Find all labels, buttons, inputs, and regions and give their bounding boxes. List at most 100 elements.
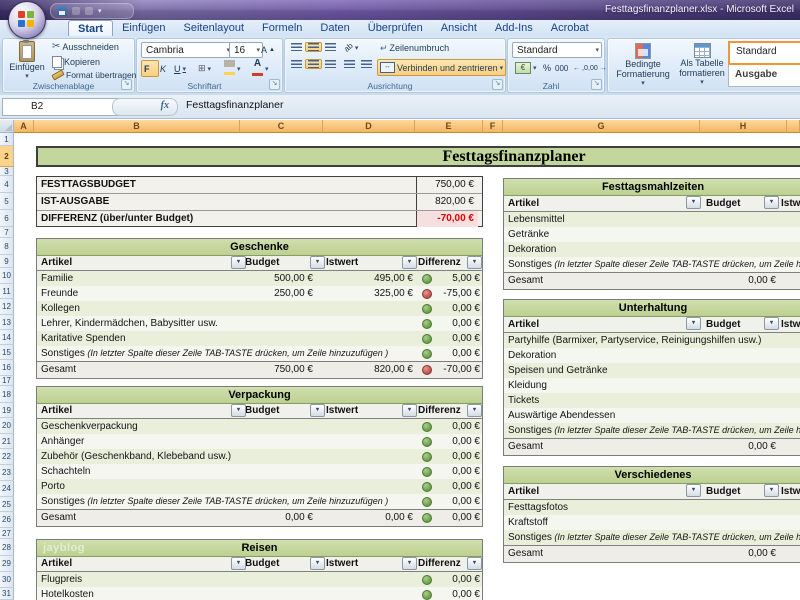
artikel-cell[interactable]: Geschenkverpackung — [41, 419, 138, 434]
artikel-cell[interactable]: Kollegen — [41, 301, 80, 316]
filter-dropdown-button[interactable]: ▾ — [764, 484, 779, 497]
column-header-d[interactable]: D — [323, 120, 415, 133]
filter-dropdown-button[interactable]: ▾ — [467, 557, 482, 570]
differenz-column-header[interactable]: Differenz — [418, 557, 461, 571]
tab-ansicht[interactable]: Ansicht — [432, 20, 486, 36]
table-row[interactable]: Auswärtige Abendessen — [504, 408, 800, 423]
differenz-cell[interactable]: 0,00 € — [434, 494, 480, 509]
table-row[interactable]: Zubehör (Geschenkband, Klebeband usw.)0,… — [37, 449, 482, 464]
table-title-banner[interactable]: Unterhaltung — [504, 299, 800, 317]
artikel-cell[interactable]: Schachteln — [41, 464, 90, 479]
table-row[interactable]: Kollegen0,00 € — [37, 301, 482, 316]
redo-icon[interactable] — [85, 7, 93, 15]
artikel-cell[interactable]: Karitative Spenden — [41, 331, 126, 346]
row-header-27[interactable]: 27 — [0, 528, 14, 539]
office-button[interactable] — [8, 1, 46, 39]
budget-column-header[interactable]: Budget — [245, 256, 279, 270]
row-header-2[interactable]: 2 — [0, 146, 14, 167]
table-row[interactable]: FESTTAGSBUDGET 750,00 € — [37, 177, 482, 194]
cell-style-ausgabe[interactable]: Ausgabe — [728, 65, 800, 87]
row-header-23[interactable]: 23 — [0, 465, 14, 481]
comma-style-button[interactable]: 000 — [552, 60, 571, 76]
tab-add-ins[interactable]: Add-Ins — [486, 20, 542, 36]
table-row[interactable]: Schachteln0,00 € — [37, 464, 482, 479]
table-row[interactable]: Lehrer, Kindermädchen, Babysitter usw.0,… — [37, 316, 482, 331]
column-header-a[interactable]: A — [14, 120, 34, 133]
artikel-cell[interactable]: Anhänger — [41, 434, 84, 449]
table-row[interactable]: Tickets — [504, 393, 800, 408]
artikel-cell[interactable]: Gesamt — [41, 510, 76, 526]
row-header-24[interactable]: 24 — [0, 481, 14, 497]
row-header-25[interactable]: 25 — [0, 497, 14, 512]
row-header-28[interactable]: 28 — [0, 539, 14, 556]
differenz-cell[interactable]: 0,00 € — [434, 479, 480, 494]
save-icon[interactable] — [57, 6, 67, 16]
artikel-column-header[interactable]: Artikel — [41, 256, 72, 270]
filter-dropdown-button[interactable]: ▾ — [686, 317, 701, 330]
table-row[interactable]: Sonstiges (In letzter Spalte dieser Zeil… — [504, 423, 800, 438]
differenz-column-header[interactable]: Differenz — [418, 256, 461, 270]
artikel-cell[interactable]: Lebensmittel — [508, 212, 565, 227]
column-header-b[interactable]: B — [34, 120, 240, 133]
differenz-cell[interactable]: 0,00 € — [434, 434, 480, 449]
row-header-5[interactable]: 5 — [0, 193, 14, 210]
artikel-cell[interactable]: Auswärtige Abendessen — [508, 408, 615, 423]
copy-button[interactable]: Kopieren — [49, 55, 103, 69]
table-row[interactable]: Partyhilfe (Barmixer, Partyservice, Rein… — [504, 333, 800, 348]
filter-dropdown-button[interactable]: ▾ — [467, 404, 482, 417]
table-row[interactable]: Porto0,00 € — [37, 479, 482, 494]
artikel-cell[interactable]: Getränke — [508, 227, 549, 242]
table-row[interactable]: Sonstiges (In letzter Spalte dieser Zeil… — [504, 257, 800, 272]
filter-dropdown-button[interactable]: ▾ — [310, 256, 325, 269]
artikel-cell[interactable]: Freunde — [41, 286, 78, 301]
filter-dropdown-button[interactable]: ▾ — [402, 404, 417, 417]
artikel-cell[interactable]: Gesamt — [508, 273, 543, 289]
artikel-cell[interactable]: Sonstiges (In letzter Spalte dieser Zeil… — [41, 494, 388, 509]
differenz-cell[interactable]: 0,00 € — [434, 331, 480, 346]
artikel-cell[interactable]: Hotelkosten — [41, 587, 94, 600]
differenz-column-header[interactable]: Differenz — [418, 404, 461, 418]
tab-daten[interactable]: Daten — [311, 20, 358, 36]
table-row[interactable]: Kraftstoff — [504, 515, 800, 530]
row-header-22[interactable]: 22 — [0, 449, 14, 465]
summary-value[interactable]: 820,00 € — [416, 194, 478, 210]
dialog-launcher-icon[interactable]: ↘ — [591, 79, 602, 90]
table-row[interactable]: Flugpreis0,00 € — [37, 572, 482, 587]
sheet-title-cell[interactable]: Festtagsfinanzplaner — [36, 146, 800, 167]
istwert-cell[interactable]: 495,00 € — [319, 271, 413, 286]
row-header-15[interactable]: 15 — [0, 345, 14, 360]
table-row[interactable]: Hotelkosten0,00 € — [37, 587, 482, 600]
artikel-cell[interactable]: Partyhilfe (Barmixer, Partyservice, Rein… — [508, 333, 761, 348]
artikel-cell[interactable]: Kleidung — [508, 378, 547, 393]
table-row[interactable]: Getränke — [504, 227, 800, 242]
total-row[interactable]: Gesamt0,00 € — [504, 272, 800, 289]
artikel-cell[interactable]: Zubehör (Geschenkband, Klebeband usw.) — [41, 449, 231, 464]
table-row[interactable]: DIFFERENZ (über/unter Budget) -70,00 € — [37, 211, 482, 227]
differenz-cell[interactable]: 0,00 € — [434, 346, 480, 361]
artikel-column-header[interactable]: Artikel — [508, 484, 539, 499]
grow-font-button[interactable]: A▲ — [258, 42, 278, 58]
differenz-cell[interactable]: 0,00 € — [434, 572, 480, 587]
artikel-column-header[interactable]: Artikel — [508, 317, 539, 332]
row-header-8[interactable]: 8 — [0, 238, 14, 255]
undo-icon[interactable] — [72, 7, 80, 15]
dialog-launcher-icon[interactable]: ↘ — [269, 79, 280, 90]
table-row[interactable]: Lebensmittel — [504, 212, 800, 227]
row-header-21[interactable]: 21 — [0, 434, 14, 449]
budget-column-header[interactable]: Budget — [245, 404, 279, 418]
cut-button[interactable]: ✂ Ausschneiden — [49, 41, 122, 53]
cell-style-standard[interactable]: Standard — [728, 41, 800, 65]
qat-dropdown-icon[interactable]: ▾ — [98, 7, 102, 15]
row-header-1[interactable]: 1 — [0, 133, 14, 146]
table-title-banner[interactable]: jayblogReisen — [37, 539, 482, 557]
column-header-partial[interactable] — [787, 120, 800, 133]
align-left-button[interactable] — [288, 59, 305, 69]
table-row[interactable]: Festtagsfotos — [504, 500, 800, 515]
differenz-cell[interactable]: 0,00 € — [434, 419, 480, 434]
differenz-cell[interactable]: 0,00 € — [434, 316, 480, 331]
artikel-cell[interactable]: Gesamt — [508, 439, 543, 455]
dialog-launcher-icon[interactable]: ↘ — [121, 79, 132, 90]
table-row[interactable]: Anhänger 0,00 € — [37, 434, 482, 449]
table-row[interactable]: Karitative Spenden 0,00 € — [37, 331, 482, 346]
column-header-e[interactable]: E — [415, 120, 483, 133]
